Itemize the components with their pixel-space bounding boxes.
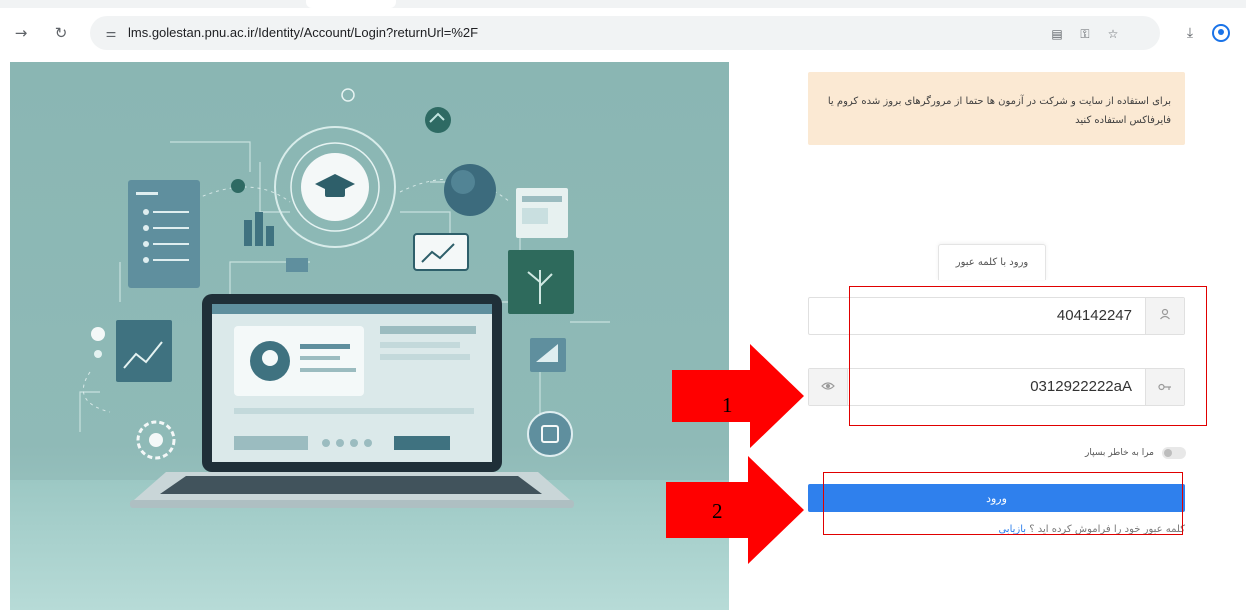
arrow-2-icon [666,456,804,564]
download-icon[interactable]: ⤓ [1180,24,1200,42]
credentials-highlight-box [849,286,1207,426]
address-bar[interactable]: ⚌ lms.golestan.pnu.ac.ir/Identity/Accoun… [90,16,1160,50]
login-highlight-box [823,472,1183,535]
active-tab-edge [306,0,396,8]
elearning-illustration [10,62,729,610]
arrow-2-number: 2 [712,499,723,523]
tab-strip [0,0,1246,8]
password-key-icon[interactable]: ⚿ [1076,25,1094,43]
browser-warning-alert: برای استفاده از سایت و شرکت در آزمون ها … [808,72,1185,145]
star-icon[interactable]: ☆ [1104,25,1122,43]
tab-password-login-label: ورود با کلمه عبور [955,257,1029,268]
alert-text: برای استفاده از سایت و شرکت در آزمون ها … [827,96,1171,126]
url-text[interactable]: lms.golestan.pnu.ac.ir/Identity/Account/… [128,24,478,42]
forward-icon[interactable]: → [12,24,30,42]
arrow-1-number: 1 [722,393,733,417]
remember-me-label: مرا به خاطر بسپار [1085,448,1154,458]
remember-me[interactable]: مرا به خاطر بسپار [1038,446,1186,460]
arrow-1-icon [672,344,804,448]
translate-icon[interactable]: ▤ [1048,25,1066,43]
browser-toolbar: → ↻ ⚌ lms.golestan.pnu.ac.ir/Identity/Ac… [0,0,1246,62]
hero-illustration [10,62,729,610]
reload-icon[interactable]: ↻ [52,24,70,42]
profile-icon[interactable] [1212,24,1230,42]
remember-me-toggle[interactable] [1162,447,1186,459]
site-info-icon[interactable]: ⚌ [102,24,120,42]
tab-password-login[interactable]: ورود با کلمه عبور [938,244,1046,280]
